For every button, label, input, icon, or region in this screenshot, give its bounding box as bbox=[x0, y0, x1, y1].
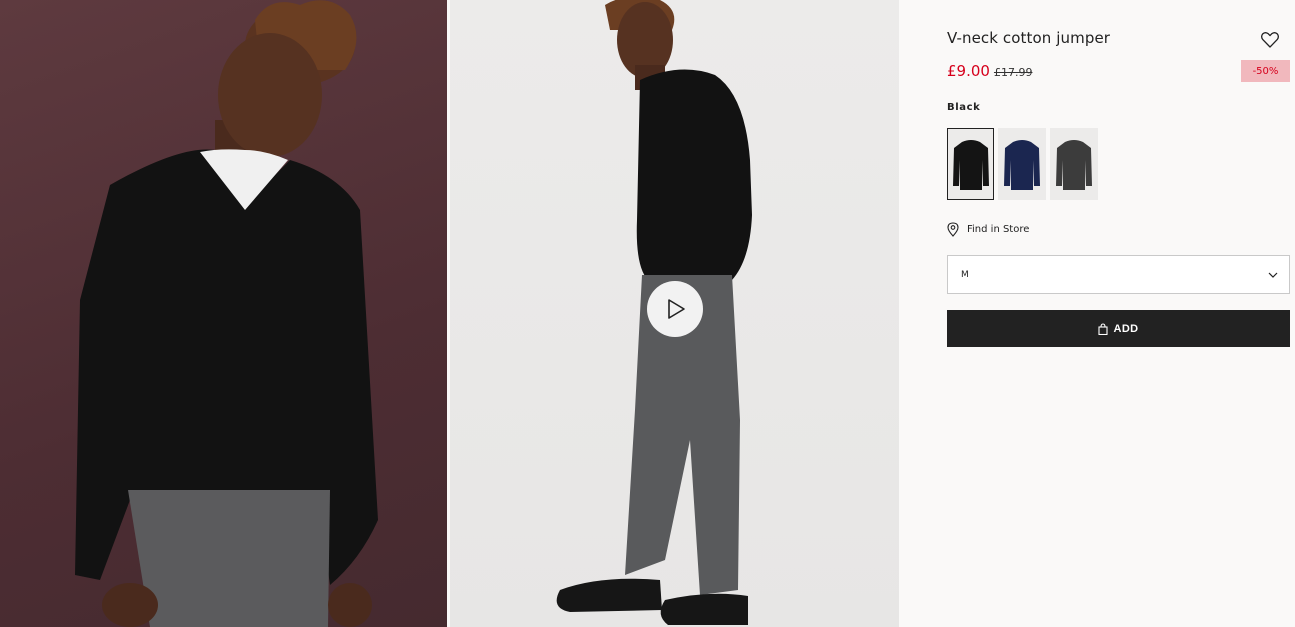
model-front-illustration bbox=[75, 0, 378, 627]
add-to-bag-label: ADD bbox=[1113, 322, 1139, 335]
size-select[interactable]: M bbox=[947, 255, 1290, 294]
discount-badge: -50% bbox=[1241, 60, 1290, 82]
find-in-store-link[interactable]: Find in Store bbox=[947, 222, 1029, 237]
favourite-button[interactable] bbox=[1260, 30, 1280, 50]
selected-color-label: Black bbox=[947, 102, 981, 113]
size-value: M bbox=[961, 269, 969, 280]
navy-jumper-thumbnail bbox=[1004, 140, 1040, 190]
product-gallery bbox=[0, 0, 899, 627]
location-pin-icon bbox=[947, 222, 959, 237]
product-details-panel: V-neck cotton jumper £9.00 £17.99 -50% B… bbox=[899, 0, 1295, 627]
add-to-bag-button[interactable]: ADD bbox=[947, 310, 1290, 347]
play-video-button[interactable] bbox=[647, 281, 703, 337]
heart-icon bbox=[1261, 32, 1279, 48]
swatch-dark-grey[interactable] bbox=[1050, 128, 1098, 200]
model-front-photo[interactable] bbox=[0, 0, 447, 627]
swatch-navy[interactable] bbox=[998, 128, 1046, 200]
find-in-store-label: Find in Store bbox=[967, 224, 1030, 235]
play-icon bbox=[668, 299, 685, 319]
color-swatches bbox=[947, 128, 1098, 200]
chevron-down-icon bbox=[1268, 272, 1278, 278]
black-jumper-thumbnail bbox=[952, 140, 989, 190]
shopping-bag-icon bbox=[1098, 322, 1109, 335]
sale-price: £9.00 bbox=[947, 62, 990, 80]
grey-jumper-thumbnail bbox=[1056, 140, 1092, 190]
original-price: £17.99 bbox=[993, 66, 1033, 79]
price-row: £9.00 £17.99 bbox=[947, 62, 1032, 80]
swatch-black[interactable] bbox=[947, 128, 994, 200]
product-title: V-neck cotton jumper bbox=[947, 29, 1111, 47]
